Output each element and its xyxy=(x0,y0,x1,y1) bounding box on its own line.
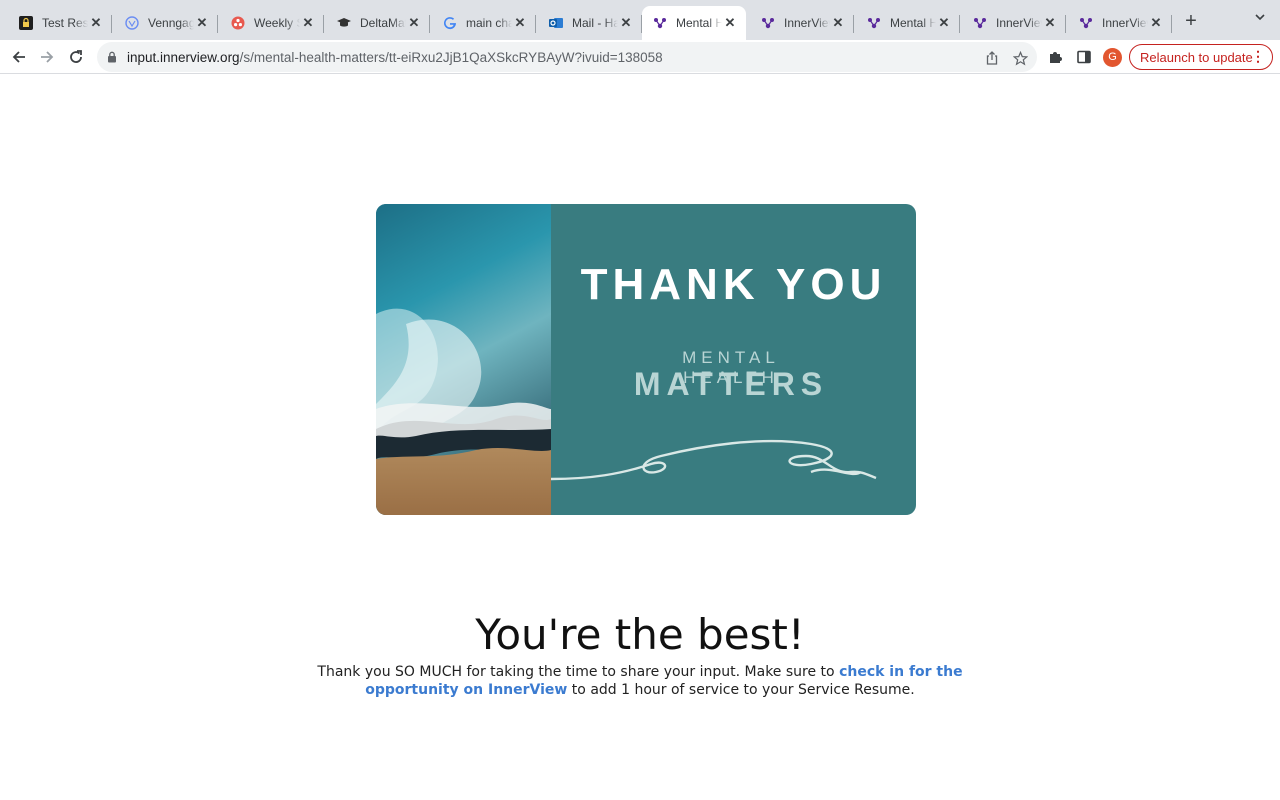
new-tab-button[interactable]: + xyxy=(1178,9,1204,35)
thank-you-heading: THANK YOU xyxy=(580,260,887,309)
close-icon[interactable]: ✕ xyxy=(936,15,952,31)
tab-title: Weekly S xyxy=(254,16,300,30)
close-icon[interactable]: ✕ xyxy=(88,15,104,31)
browser-tab[interactable]: InnerView✕ xyxy=(750,6,854,40)
close-icon[interactable]: ✕ xyxy=(194,15,210,31)
tab-title: InnerView xyxy=(1102,16,1148,30)
close-icon[interactable]: ✕ xyxy=(406,15,422,31)
browser-toolbar: input.innerview.org/s/mental-health-matt… xyxy=(0,40,1280,74)
browser-tab[interactable]: Mental H ✕ xyxy=(856,6,960,40)
browser-tab[interactable]: Weekly S ✕ xyxy=(220,6,324,40)
browser-tab[interactable]: Test Resu✕ xyxy=(8,6,112,40)
close-icon[interactable]: ✕ xyxy=(830,15,846,31)
arrow-right-icon xyxy=(41,51,54,63)
message-text-end: to add 1 hour of service to your Service… xyxy=(567,682,915,698)
reload-icon xyxy=(70,50,82,63)
puzzle-icon xyxy=(1050,52,1062,63)
page-headline: You're the best! xyxy=(475,610,805,659)
tab-separator xyxy=(1065,15,1066,33)
tab-title: Mental H xyxy=(890,16,936,30)
matters-text: MATTERS xyxy=(633,366,829,402)
close-icon[interactable]: ✕ xyxy=(618,15,634,31)
arrow-left-icon xyxy=(12,51,25,63)
share-button[interactable] xyxy=(982,48,1002,68)
tab-separator xyxy=(217,15,218,33)
relaunch-button[interactable]: Relaunch to update ⋮ xyxy=(1129,44,1273,70)
tab-title: InnerView xyxy=(784,16,830,30)
tab-separator xyxy=(323,15,324,33)
tab-title: Mail - Ha xyxy=(572,16,618,30)
graduation-cap-icon xyxy=(336,15,352,31)
browser-tab[interactable]: Venngage✕ xyxy=(114,6,218,40)
back-button[interactable] xyxy=(6,44,32,70)
asana-icon xyxy=(230,15,246,31)
more-menu-icon[interactable]: ⋮ xyxy=(1251,48,1265,65)
url-host: input.innerview.org xyxy=(127,49,240,65)
innerview-icon xyxy=(1078,15,1094,31)
close-icon[interactable]: ✕ xyxy=(1148,15,1164,31)
tab-title: Venngage xyxy=(148,16,194,30)
tab-separator xyxy=(535,15,536,33)
share-icon xyxy=(986,51,998,65)
reload-button[interactable] xyxy=(63,44,89,70)
tab-separator xyxy=(429,15,430,33)
outlook-icon xyxy=(548,15,564,31)
browser-tab[interactable]: InnerView✕ xyxy=(962,6,1066,40)
tab-title: DeltaMat xyxy=(360,16,406,30)
close-icon[interactable]: ✕ xyxy=(722,15,738,31)
chevron-down-icon xyxy=(1255,14,1265,21)
innerview-icon xyxy=(652,15,668,31)
venngage-icon xyxy=(124,15,140,31)
wave-swirl-decoration xyxy=(551,439,877,481)
close-icon[interactable]: ✕ xyxy=(512,15,528,31)
thank-you-message: Thank you SO MUCH for taking the time to… xyxy=(300,663,980,699)
browser-tab[interactable]: Mail - Ha ✕ xyxy=(538,6,642,40)
browser-tab[interactable]: main cha ✕ xyxy=(432,6,536,40)
address-bar[interactable]: input.innerview.org/s/mental-health-matt… xyxy=(97,42,1037,72)
innerview-icon xyxy=(866,15,882,31)
message-text-start: Thank you SO MUCH for taking the time to… xyxy=(317,664,840,680)
tab-strip: Test Resu✕Venngage✕Weekly S✕DeltaMat✕mai… xyxy=(0,0,1280,40)
lock-icon[interactable] xyxy=(107,51,119,63)
tab-title: Mental H xyxy=(676,16,722,30)
side-panel-icon xyxy=(1077,50,1091,64)
tab-separator xyxy=(1171,15,1172,33)
thank-you-banner: THANK YOU MENTAL HEALTH MATTERS xyxy=(376,204,916,515)
profile-avatar[interactable]: G xyxy=(1103,48,1122,67)
google-icon xyxy=(442,15,458,31)
extensions-button[interactable] xyxy=(1043,45,1067,69)
innerview-icon xyxy=(760,15,776,31)
star-icon xyxy=(1012,50,1028,66)
tab-separator xyxy=(959,15,960,33)
tab-search-button[interactable] xyxy=(1248,10,1272,34)
ocean-shore-image xyxy=(376,204,551,515)
innerview-icon xyxy=(972,15,988,31)
lock-badge-icon xyxy=(18,15,34,31)
tab-separator xyxy=(111,15,112,33)
tab-title: main cha xyxy=(466,16,512,30)
url-text: input.innerview.org/s/mental-health-matt… xyxy=(127,50,663,65)
tab-separator xyxy=(853,15,854,33)
tab-title: InnerView xyxy=(996,16,1042,30)
browser-tab[interactable]: InnerView✕ xyxy=(1068,6,1172,40)
forward-button[interactable] xyxy=(34,44,60,70)
browser-tab[interactable]: DeltaMat ✕ xyxy=(326,6,430,40)
browser-tab[interactable]: Mental H ✕ xyxy=(642,6,746,40)
bookmark-button[interactable] xyxy=(1010,48,1030,68)
tab-title: Test Resu xyxy=(42,16,88,30)
close-icon[interactable]: ✕ xyxy=(1042,15,1058,31)
side-panel-button[interactable] xyxy=(1072,45,1096,69)
url-path: /s/mental-health-matters/tt-eiRxu2JjB1Qa… xyxy=(239,49,663,65)
close-icon[interactable]: ✕ xyxy=(300,15,316,31)
relaunch-label: Relaunch to update xyxy=(1140,49,1253,65)
